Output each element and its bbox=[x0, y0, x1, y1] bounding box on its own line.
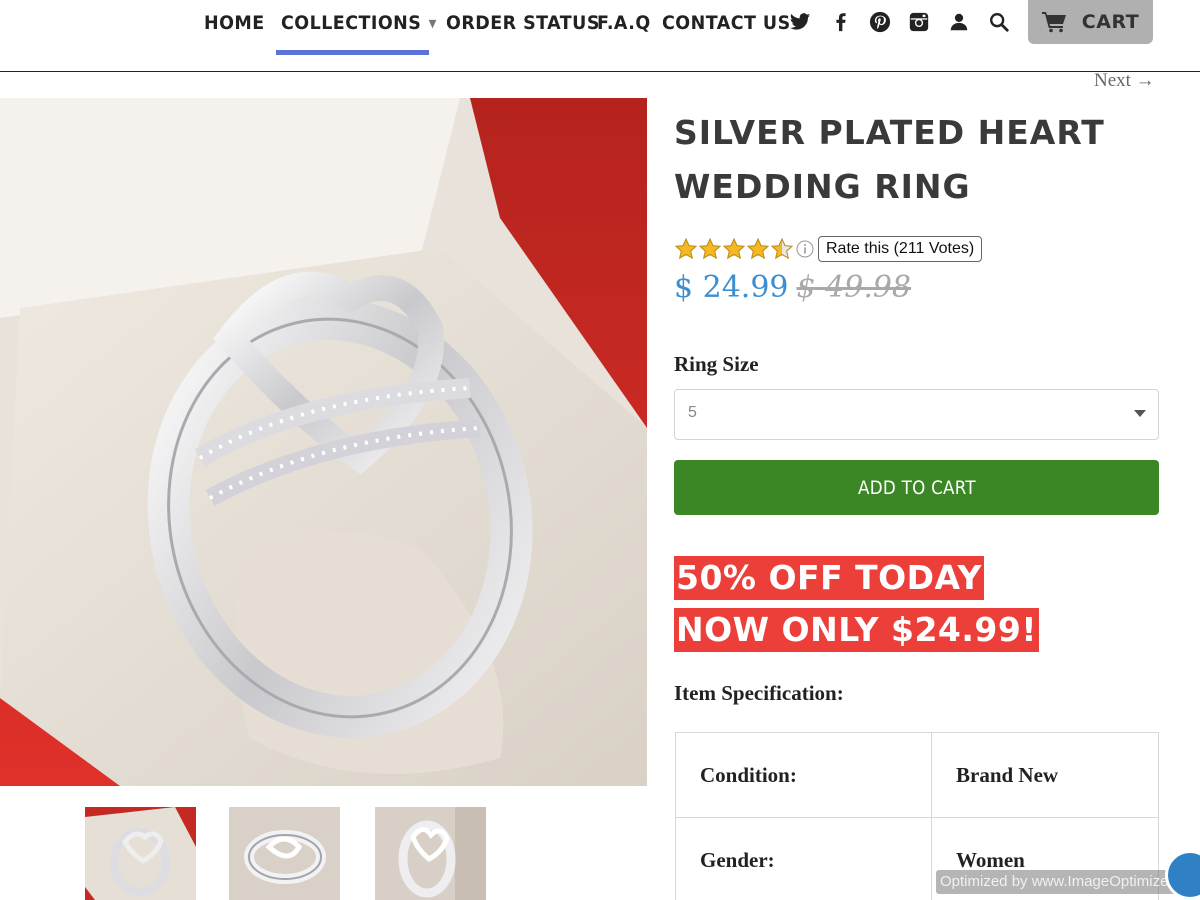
ring-size-value: 5 bbox=[688, 404, 697, 421]
compare-at-price: $ 49.98 bbox=[796, 270, 912, 305]
chevron-down-icon bbox=[1134, 410, 1146, 417]
cart-icon bbox=[1041, 12, 1066, 33]
star-half-icon[interactable] bbox=[770, 237, 794, 261]
add-to-cart-button[interactable]: ADD TO CART bbox=[674, 460, 1159, 515]
promo-banner-line-2: NOW ONLY $24.99! bbox=[674, 608, 1039, 652]
ring-size-label: Ring Size bbox=[674, 352, 759, 376]
nav-collections-label: COLLECTIONS bbox=[281, 12, 422, 34]
optimizer-watermark: Optimized by www.ImageOptimizer.net bbox=[936, 870, 1200, 894]
promo-banner-line-1: 50% OFF TODAY bbox=[674, 556, 984, 600]
pinterest-icon[interactable] bbox=[867, 9, 893, 35]
star-full-icon[interactable] bbox=[698, 237, 722, 261]
site-header: HOME COLLECTIONS ▼ ORDER STATUS F.A.Q CON… bbox=[0, 0, 1200, 72]
cart-button[interactable]: CART bbox=[1028, 0, 1153, 44]
spec-value: Brand New bbox=[931, 732, 1159, 818]
info-icon[interactable] bbox=[796, 240, 814, 258]
facebook-icon[interactable] bbox=[828, 9, 854, 35]
spec-key: Condition: bbox=[675, 732, 932, 818]
nav-contact-us[interactable]: CONTACT US bbox=[662, 10, 791, 36]
star-full-icon[interactable] bbox=[746, 237, 770, 261]
account-icon[interactable] bbox=[946, 9, 972, 35]
thumbnail-ring-box-image bbox=[85, 807, 196, 900]
sale-price: $ 24.99 bbox=[674, 270, 789, 305]
nav-faq[interactable]: F.A.Q bbox=[597, 10, 651, 36]
star-full-icon[interactable] bbox=[674, 237, 698, 261]
cart-label: CART bbox=[1081, 11, 1140, 33]
instagram-icon[interactable] bbox=[906, 9, 932, 35]
add-to-cart-label: ADD TO CART bbox=[857, 476, 976, 499]
product-thumbnail-2[interactable] bbox=[229, 807, 340, 900]
twitter-icon[interactable] bbox=[787, 9, 813, 35]
product-thumbnail-3[interactable] bbox=[375, 807, 486, 900]
thumbnail-ring-side-image bbox=[375, 807, 486, 900]
product-main-image[interactable] bbox=[0, 98, 647, 786]
product-thumbnail-1[interactable] bbox=[85, 807, 196, 900]
nav-order-status[interactable]: ORDER STATUS bbox=[446, 10, 600, 36]
rate-this-label[interactable]: Rate this (211 Votes) bbox=[818, 236, 983, 262]
product-title: SILVER PLATED HEART WEDDING RING bbox=[674, 113, 1105, 206]
active-nav-indicator bbox=[276, 50, 429, 55]
ring-size-select[interactable]: 5 bbox=[674, 389, 1159, 440]
star-full-icon[interactable] bbox=[722, 237, 746, 261]
item-specification-heading: Item Specification: bbox=[674, 681, 844, 705]
search-icon[interactable] bbox=[986, 9, 1012, 35]
spec-key: Gender: bbox=[675, 817, 932, 900]
next-product-link[interactable]: Next → bbox=[1094, 70, 1155, 92]
ring-in-box-illustration bbox=[0, 98, 647, 786]
nav-home[interactable]: HOME bbox=[204, 10, 265, 36]
table-row: Condition: Brand New bbox=[675, 732, 1159, 818]
nav-collections[interactable]: COLLECTIONS ▼ bbox=[281, 10, 437, 36]
thumbnail-ring-image bbox=[229, 807, 340, 900]
rating-widget: Rate this (211 Votes) bbox=[674, 235, 983, 263]
chevron-down-icon: ▼ bbox=[428, 16, 437, 30]
price-block: $ 24.99 $ 49.98 bbox=[674, 270, 911, 305]
